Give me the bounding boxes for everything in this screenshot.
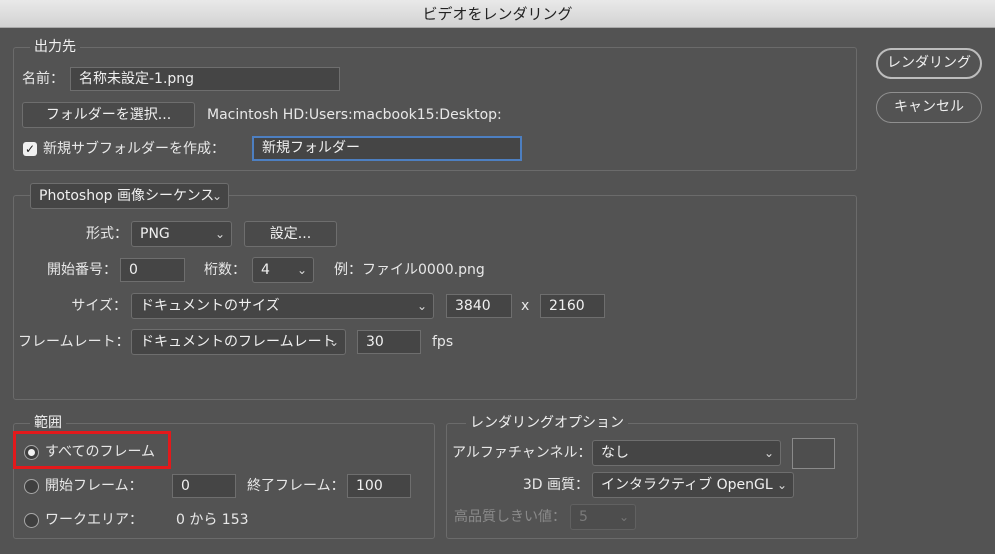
fps-unit: fps [432,334,454,350]
work-area-radio[interactable] [24,513,39,528]
cancel-button[interactable]: キャンセル [876,92,982,123]
start-frame-input[interactable]: 0 [172,474,236,498]
all-frames-label: すべてのフレーム [45,444,156,460]
checkmark-icon: ✓ [24,142,36,156]
chevron-down-icon: ⌄ [296,263,307,277]
framerate-select[interactable]: ドキュメントのフレームレート ⌄ [131,329,346,355]
alpha-label: アルファチャンネル： [452,445,592,461]
chevron-down-icon: ⌄ [211,189,222,203]
window-title: ビデオをレンダリング [0,0,995,28]
settings-button[interactable]: 設定... [244,221,337,247]
quality-label: 3D 画質： [522,477,589,493]
threshold-value: 5 [579,509,588,525]
range-legend: 範囲 [30,414,66,432]
threshold-label: 高品質しきい値： [454,509,566,525]
alpha-color-swatch[interactable] [792,438,835,469]
fps-input[interactable]: 30 [357,330,421,354]
framerate-label: フレームレート： [18,334,130,350]
size-separator: x [521,298,530,314]
digits-select[interactable]: 4 ⌄ [252,257,314,283]
width-input[interactable]: 3840 [446,294,512,318]
start-frame-radio[interactable] [24,479,39,494]
framerate-value: ドキュメントのフレームレート [140,334,336,350]
output-legend: 出力先 [30,38,80,56]
chevron-down-icon: ⌄ [776,478,787,492]
alpha-select[interactable]: なし ⌄ [592,440,781,466]
digits-label: 桁数： [204,262,246,278]
subfolder-name-input[interactable]: 新規フォルダー [252,136,522,161]
format-select[interactable]: PNG ⌄ [131,221,232,247]
size-label: サイズ： [71,298,127,314]
sequence-mode-select[interactable]: Photoshop 画像シーケンス ⌄ [30,183,229,209]
start-frame-label: 開始フレーム： [45,478,143,494]
end-frame-input[interactable]: 100 [347,474,411,498]
chevron-down-icon: ⌄ [328,335,339,349]
chevron-down-icon: ⌄ [618,510,629,524]
work-area-label: ワークエリア： [45,512,143,528]
chevron-down-icon: ⌄ [214,227,225,241]
alpha-value: なし [601,445,629,461]
render-button[interactable]: レンダリング [876,48,982,79]
start-number-label: 開始番号： [47,262,117,278]
sequence-mode-value: Photoshop 画像シーケンス [39,188,215,204]
chevron-down-icon: ⌄ [416,299,427,313]
size-select[interactable]: ドキュメントのサイズ ⌄ [131,293,434,319]
all-frames-radio[interactable] [24,445,39,460]
work-area-value: 0 から 153 [176,512,249,528]
threshold-select: 5 ⌄ [570,504,636,530]
end-frame-label: 終了フレーム： [247,478,345,494]
format-value: PNG [140,226,170,242]
chevron-down-icon: ⌄ [763,446,774,460]
quality-value: インタラクティブ OpenGL [601,477,773,493]
select-folder-button[interactable]: フォルダーを選択... [22,102,195,128]
name-label: 名前： [22,71,64,87]
size-value: ドキュメントのサイズ [140,298,280,314]
start-number-input[interactable]: 0 [120,258,185,282]
format-label: 形式： [86,226,128,242]
quality-select[interactable]: インタラクティブ OpenGL ⌄ [592,472,794,498]
example-filename: 例：ファイル0000.png [334,262,485,278]
digits-value: 4 [261,262,270,278]
name-input[interactable]: 名称未設定-1.png [70,67,340,91]
subfolder-checkbox[interactable]: ✓ [23,142,37,156]
folder-path: Macintosh HD:Users:macbook15:Desktop: [207,107,502,123]
subfolder-checkbox-label: 新規サブフォルダーを作成： [43,141,225,157]
height-input[interactable]: 2160 [540,294,605,318]
render-options-legend: レンダリングオプション [466,414,628,432]
